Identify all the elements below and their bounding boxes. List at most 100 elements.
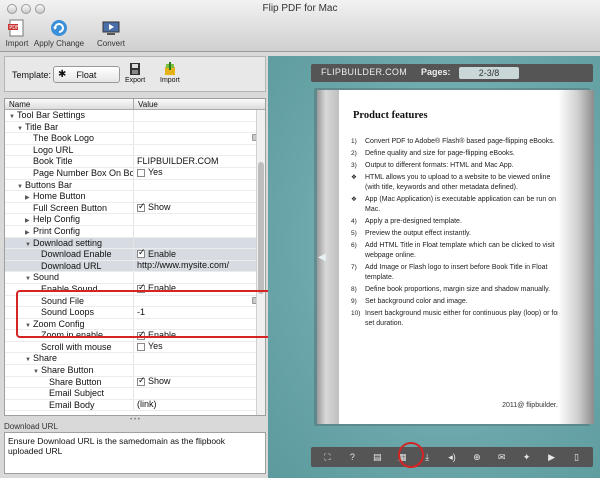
grid-row[interactable]: Share Button Show [5,376,265,389]
grid-row-value[interactable] [134,122,265,133]
email-icon[interactable]: ✉ [495,450,509,464]
import-label: Import [5,39,29,48]
pages-icon[interactable]: ▯ [570,450,584,464]
grid-row[interactable]: Email Body (link) [5,399,265,412]
grid-row[interactable]: ▼ Share Button [5,365,265,377]
disclosure-right-icon[interactable]: ▶ [25,228,33,237]
disclosure-down-icon[interactable]: ▼ [9,112,17,121]
disclosure-down-icon[interactable]: ▼ [17,182,25,191]
grid-row[interactable]: Download URL http://www.mysite.com/ [5,260,265,273]
checkbox[interactable] [137,169,145,178]
book-page[interactable]: Product features 1) Convert PDF to Adobe®… [339,90,585,424]
disclosure-down-icon[interactable]: ▼ [33,367,41,376]
grid-row-value[interactable] [134,133,265,144]
fit-icon[interactable]: ⛶ [320,450,334,464]
grid-row-value-text: http://www.mysite.com/ [137,260,230,271]
disclosure-right-icon[interactable]: ▶ [25,193,33,202]
grid-row-value[interactable] [134,191,265,202]
grid-row[interactable]: Download Enable Enable [5,249,265,261]
grid-row-value[interactable] [134,180,265,191]
grid-row[interactable]: Email Subject [5,388,265,400]
grid-row-name: Download Enable [5,249,134,260]
page-curl[interactable] [558,90,594,424]
grid-row[interactable]: Page Number Box On Bot... Yes [5,167,265,180]
import-button[interactable]: PDF Import [4,18,30,48]
disclosure-right-icon[interactable]: ▶ [25,216,33,225]
grid-row[interactable]: ▶ Home Button [5,191,265,203]
disclosure-down-icon[interactable]: ▼ [25,355,33,364]
grid-row-value[interactable]: Show [134,203,265,214]
disclosure-down-icon[interactable]: ▼ [17,124,25,133]
checkbox[interactable] [137,377,146,387]
grid-row[interactable]: The Book Logo [5,133,265,145]
grid-row-value[interactable] [134,353,265,364]
preview-pane: FLIPBUILDER.COM Pages: 2-3/8 Product fea… [268,56,600,478]
grid-row-name: ▶ Help Config [5,214,134,225]
grid-row-value[interactable]: Show [134,377,265,388]
help-icon[interactable]: ? [345,450,359,464]
grid-scroll-thumb[interactable] [258,162,264,294]
grid-row-value[interactable]: (link) [134,400,265,411]
value-column-header[interactable]: Value [134,99,158,109]
grid-row-value[interactable]: http://www.mysite.com/ [134,261,265,272]
grid-row[interactable]: Scroll with mouse Yes [5,341,265,354]
grid-row-label: Email Subject [49,388,105,399]
grid-row-value[interactable] [134,110,265,121]
convert-button[interactable]: Convert [88,18,134,48]
grid-row[interactable]: ▼ Title Bar [5,121,265,134]
grid-row-value[interactable] [134,214,265,225]
print-icon[interactable]: ▤ [370,450,384,464]
list-text: Set background color and image. [365,298,468,305]
template-import-button[interactable]: Import [160,61,180,84]
list-item: 6) Add HTML Title in Float template which… [351,241,566,261]
grid-row[interactable]: ▼ Sound [5,272,265,284]
checkbox[interactable] [137,203,146,213]
disclosure-down-icon[interactable]: ▼ [25,274,33,283]
list-bullet: 2) [351,150,357,157]
pages-field[interactable]: 2-3/8 [459,67,519,79]
grid-row-value[interactable]: Enable [134,249,265,260]
checkbox[interactable] [137,343,145,352]
list-text: App (Mac Application) is executable appl… [365,196,557,213]
sound-icon[interactable]: ◂) [445,450,459,464]
template-select[interactable]: ✱ Float [53,66,120,83]
grid-scrollbar[interactable] [256,110,265,415]
grid-row[interactable]: Logo URL [5,144,265,157]
grid-row[interactable]: Full Screen Button Show [5,202,265,215]
grid-row-name: ▼ Download setting [5,237,134,249]
list-bullet: 6) [351,242,357,249]
grid-row-value[interactable]: Yes [134,342,265,353]
grid-row-value[interactable]: Yes [134,168,265,179]
grid-row-value[interactable] [134,145,265,156]
property-grid: Name Value ▼ Tool Bar Settings ▼ Title Bar T… [4,98,266,416]
import-template-icon [164,62,175,75]
grid-row-value[interactable] [134,272,265,283]
autoplay-icon[interactable]: ▶ [545,450,559,464]
list-bullet: 8) [351,286,357,293]
apply-change-button[interactable]: Apply Change [33,18,85,48]
grid-row-value[interactable]: FLIPBUILDER.COM [134,156,265,167]
share-icon[interactable]: ✦ [520,450,534,464]
grid-row[interactable]: Book Title FLIPBUILDER.COM [5,156,265,168]
export-button[interactable]: Export [125,61,145,84]
zoom-icon[interactable]: ⊕ [470,450,484,464]
app-window: Flip PDF for Mac PDF Import Apply Change [0,0,600,478]
grid-row-value[interactable] [134,365,265,376]
checkbox[interactable] [137,249,146,259]
grid-row[interactable]: ▼ Tool Bar Settings [5,110,265,122]
disclosure-down-icon[interactable]: ▼ [25,240,33,249]
name-column-header[interactable]: Name [5,99,134,109]
grid-row[interactable]: ▼ Download setting [5,237,265,250]
grid-row-value[interactable] [134,388,265,399]
apply-change-label: Apply Change [33,39,85,48]
prev-page-arrow-icon[interactable]: ◀ [318,252,326,263]
grid-row[interactable]: ▼ Share [5,353,265,366]
grid-row-value[interactable] [134,238,265,249]
grid-row[interactable]: ▶ Print Config [5,225,265,238]
gear-icon: ✱ [58,69,67,80]
grid-row-name: Page Number Box On Bot... [5,167,134,179]
grid-row[interactable]: ▶ Help Config [5,214,265,226]
grid-row-value[interactable] [134,226,265,237]
grid-row-name: The Book Logo [5,133,134,144]
grid-row[interactable]: ▼ Buttons Bar [5,179,265,192]
